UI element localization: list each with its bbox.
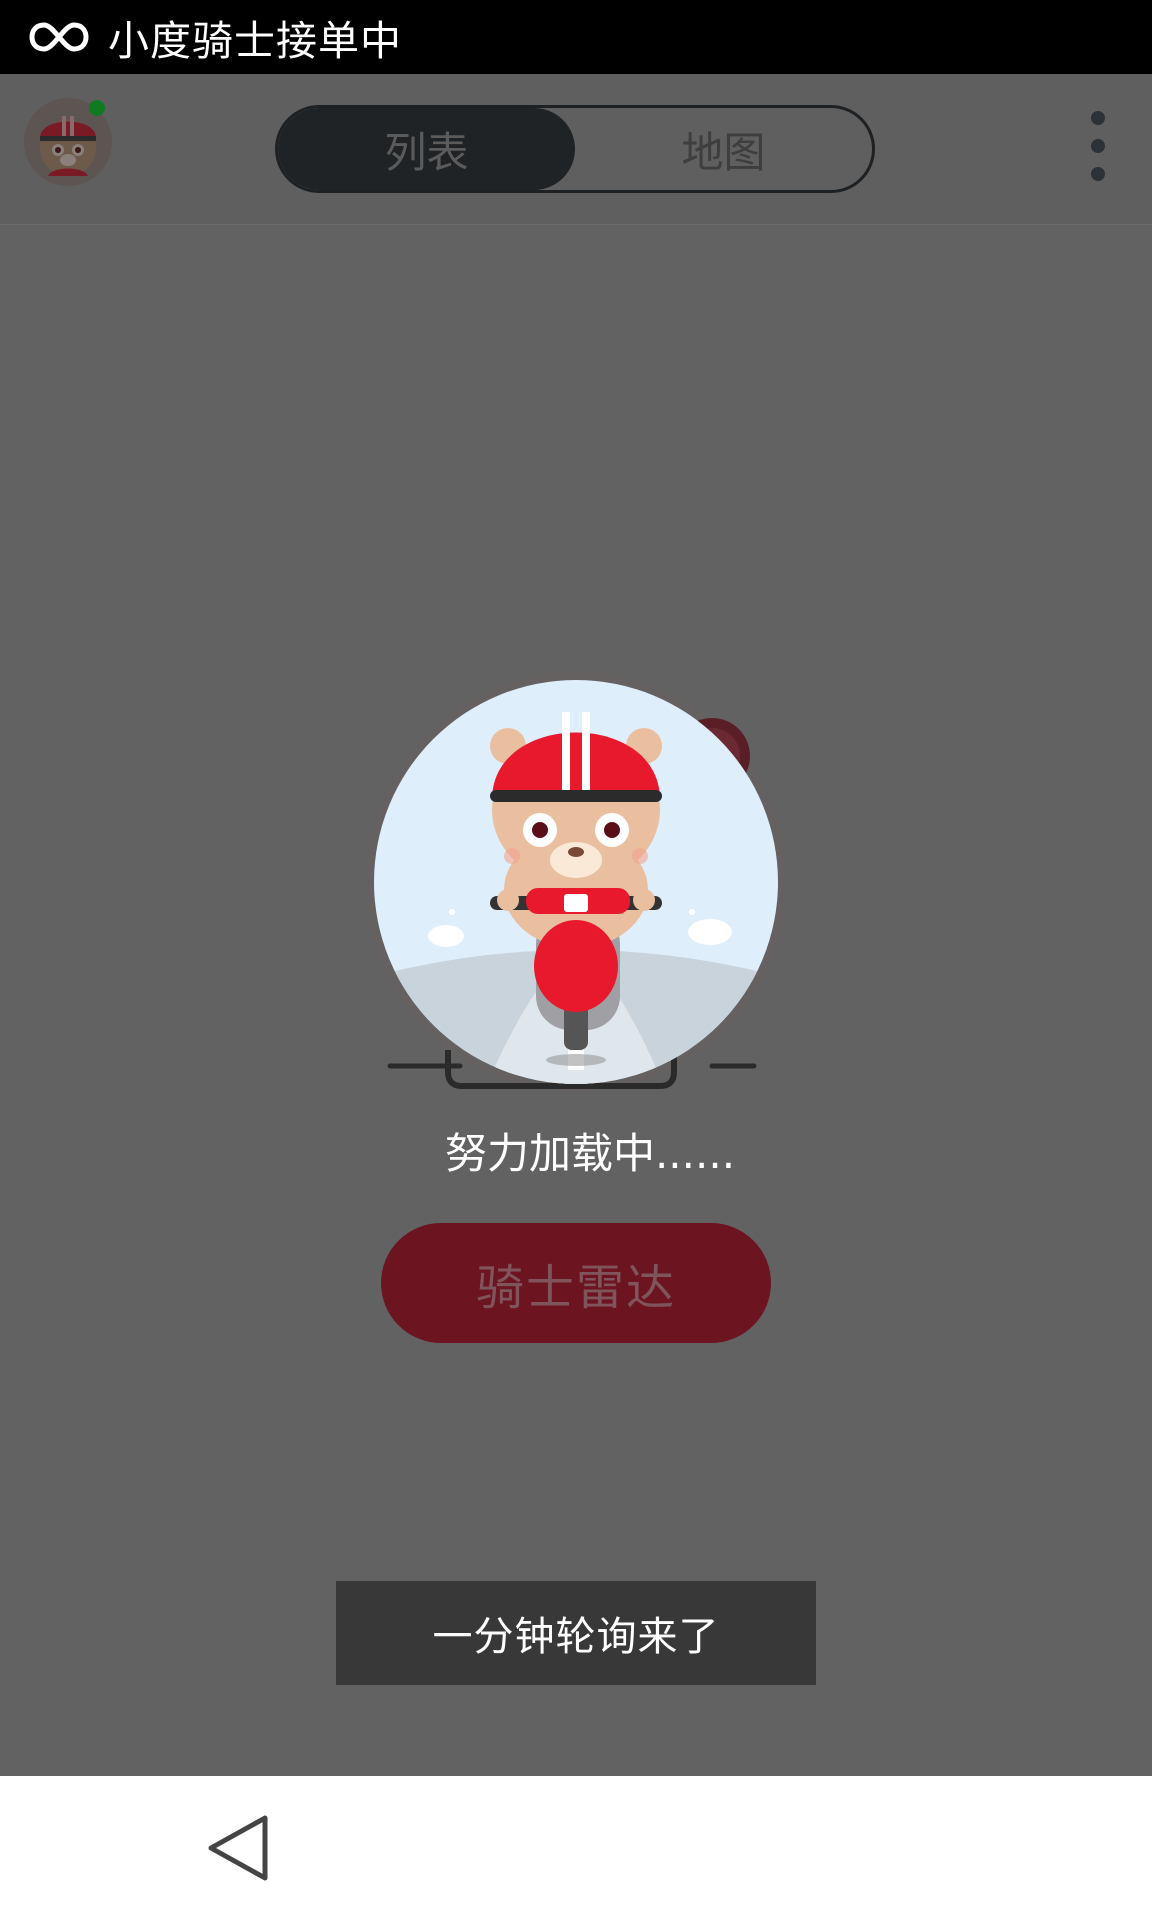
view-toggle: 列表 地图 xyxy=(275,105,875,193)
status-title: 小度骑士接单中 xyxy=(108,17,402,65)
loading-text: 努力加载中...... xyxy=(444,1129,736,1178)
more-vertical-icon[interactable] xyxy=(1080,111,1116,191)
top-app-bar: 列表 地图 xyxy=(0,74,1152,225)
toast-message: 一分钟轮询来了 xyxy=(336,1581,816,1685)
bear-on-scooter-illustration xyxy=(366,672,786,1092)
navigation-bar xyxy=(0,1776,1152,1920)
back-triangle-icon[interactable] xyxy=(205,1812,271,1884)
screen: 小度骑士接单中 列表 地图 努力加载中...... 骑士雷达 一分钟轮询来了 xyxy=(0,0,1152,1920)
tab-map[interactable]: 地图 xyxy=(575,108,872,190)
infinity-icon xyxy=(29,22,89,52)
tab-list[interactable]: 列表 xyxy=(278,108,575,190)
status-bar: 小度骑士接单中 xyxy=(0,0,1152,74)
online-status-dot xyxy=(89,100,105,116)
rider-radar-button[interactable]: 骑士雷达 xyxy=(381,1223,771,1343)
